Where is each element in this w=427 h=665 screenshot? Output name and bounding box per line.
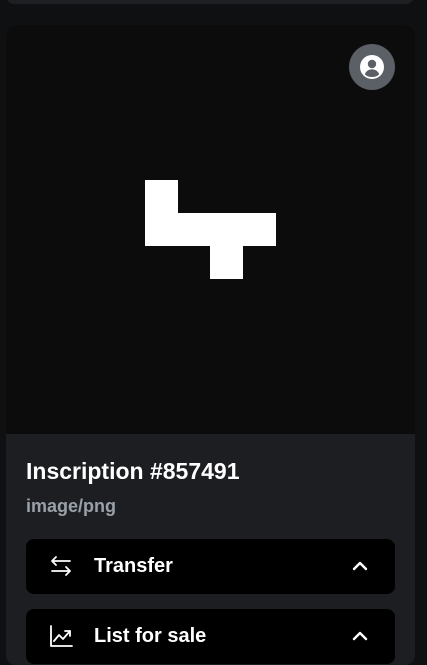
chevron-up-icon [352,561,368,571]
owner-avatar-button[interactable] [349,44,395,90]
list-for-sale-button[interactable]: List for sale [26,609,395,664]
inscription-image [145,180,276,279]
content-type-label: image/png [26,496,117,516]
inscription-preview [6,25,415,434]
inscription-title: Inscription #857491 [26,458,240,484]
user-circle-icon [360,55,384,79]
inscription-card: Inscription #857491 image/png Transfer L… [6,25,415,665]
list-for-sale-label: List for sale [94,625,207,647]
trending-up-chart-icon [50,625,73,647]
chevron-up-icon [352,631,368,641]
transfer-label: Transfer [94,555,173,577]
arrows-left-right-icon [51,556,71,576]
transfer-button[interactable]: Transfer [26,539,395,594]
previous-card-edge [6,0,414,4]
